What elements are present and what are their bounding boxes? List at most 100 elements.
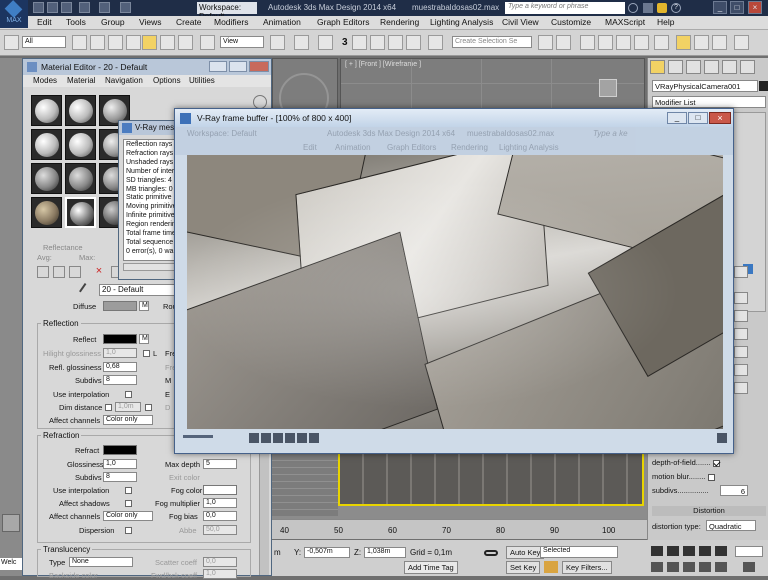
material-slot[interactable] — [65, 129, 96, 160]
menu-customize[interactable]: Customize — [551, 17, 591, 27]
dim-distance-input[interactable]: 1,0m — [115, 402, 141, 412]
material-slot[interactable] — [31, 163, 62, 194]
distortion-type-dropdown[interactable]: Quadratic — [706, 520, 756, 531]
named-selection-set-input[interactable]: Create Selection Se — [452, 36, 532, 48]
fog-color-swatch[interactable] — [203, 485, 237, 495]
reflect-map-button[interactable]: M — [139, 334, 149, 344]
fb-button-icon[interactable] — [309, 433, 319, 443]
curve-editor-icon[interactable] — [616, 35, 631, 50]
menu-edit[interactable]: Edit — [37, 17, 52, 27]
top-viewport[interactable] — [272, 58, 338, 123]
angle-snap-icon[interactable] — [352, 35, 367, 50]
maximize-button[interactable]: □ — [730, 1, 744, 14]
select-and-rotate-icon[interactable] — [160, 35, 175, 50]
align-icon[interactable] — [556, 35, 571, 50]
go-to-end-icon[interactable] — [715, 546, 727, 556]
menu-views[interactable]: Views — [139, 17, 162, 27]
rectangle-selection-icon[interactable] — [108, 35, 123, 50]
translucency-type-dropdown[interactable]: None — [69, 557, 133, 567]
select-and-scale-icon[interactable] — [178, 35, 193, 50]
rendered-frame-window-icon[interactable] — [694, 35, 709, 50]
modify-tab-icon[interactable] — [668, 60, 683, 74]
panel-side-button[interactable] — [734, 266, 748, 278]
play-icon[interactable] — [683, 546, 695, 556]
viewcube[interactable] — [599, 79, 617, 97]
reflect-color-swatch[interactable] — [103, 334, 137, 344]
zoom-icon[interactable] — [651, 562, 663, 572]
maxscript-listener[interactable]: Welc — [0, 558, 22, 570]
project-folder-icon[interactable] — [120, 2, 131, 13]
app-logo-button[interactable]: MAX — [0, 0, 28, 28]
viewport-nav-icon[interactable] — [2, 514, 20, 532]
select-manipulate-icon[interactable] — [294, 35, 309, 50]
fwd-bck-coeff-input[interactable]: 1,0 — [203, 569, 237, 579]
search-input[interactable]: Type a keyword or phrase — [505, 2, 625, 14]
edit-named-selection-icon[interactable] — [406, 35, 421, 50]
menu-graph-editors[interactable]: Graph Editors — [317, 17, 369, 27]
modifier-list-dropdown[interactable]: Modifier List — [652, 96, 766, 108]
select-object-icon[interactable] — [72, 35, 87, 50]
menu-help[interactable]: Help — [657, 17, 674, 27]
reset-map-icon[interactable]: × — [93, 266, 105, 278]
graphite-ribbon-icon[interactable] — [598, 35, 613, 50]
mirror-tool-icon[interactable] — [538, 35, 553, 50]
sample-type-icon[interactable] — [253, 95, 267, 109]
field-of-view-icon[interactable] — [715, 562, 727, 572]
percent-snap-icon[interactable] — [370, 35, 385, 50]
new-file-icon[interactable] — [33, 2, 44, 13]
diffuse-color-swatch[interactable] — [103, 301, 137, 311]
keyboard-shortcut-override-icon[interactable] — [318, 35, 333, 50]
communication-center-icon[interactable] — [643, 3, 653, 13]
panel-side-button[interactable] — [734, 364, 748, 376]
distortion-rollout[interactable]: Distortion — [652, 506, 766, 516]
fb-button-icon[interactable] — [261, 433, 271, 443]
refl-use-interpolation-checkbox[interactable] — [125, 391, 132, 398]
menu-maxscript[interactable]: MAXScript — [605, 17, 645, 27]
panel-side-button[interactable] — [734, 292, 748, 304]
open-file-icon[interactable] — [47, 2, 58, 13]
selection-filter-dropdown[interactable]: All — [22, 36, 66, 48]
set-key-button[interactable]: Set Key — [506, 561, 541, 574]
material-editor-scrollbar[interactable] — [259, 445, 269, 575]
minimize-button[interactable]: _ — [713, 1, 727, 14]
layer-manager-icon[interactable] — [580, 35, 595, 50]
go-to-start-icon[interactable] — [651, 546, 663, 556]
zoom-all-icon[interactable] — [667, 562, 679, 572]
hilight-glossiness-input[interactable]: 1,0 — [103, 348, 137, 358]
diffuse-map-button[interactable]: M — [139, 301, 149, 311]
reference-coordinate-dropdown[interactable]: View — [220, 36, 264, 48]
snap-toggle-label[interactable]: 3 — [342, 37, 348, 48]
material-slot[interactable] — [31, 95, 62, 126]
dispersion-checkbox[interactable] — [125, 527, 132, 534]
material-editor-close[interactable] — [249, 61, 269, 72]
select-and-link-icon[interactable] — [200, 35, 215, 50]
refl-subdivs-input[interactable]: 8 — [103, 375, 137, 385]
material-editor-maximize[interactable] — [229, 61, 247, 72]
frame-buffer-minimize[interactable]: _ — [667, 112, 687, 124]
dim-falloff-checkbox[interactable] — [145, 404, 152, 411]
panel-side-button[interactable] — [734, 346, 748, 358]
menu-navigation[interactable]: Navigation — [105, 76, 143, 85]
panel-side-button[interactable] — [734, 382, 748, 394]
refl-affect-channels-dropdown[interactable]: Color only — [103, 415, 153, 425]
time-slider[interactable]: 40 50 60 70 80 90 100 — [272, 519, 647, 539]
refr-subdivs-input[interactable]: 8 — [103, 472, 137, 482]
max-depth-input[interactable]: 5 — [203, 459, 237, 469]
pivot-center-icon[interactable] — [270, 35, 285, 50]
material-slot-active[interactable] — [65, 197, 96, 228]
subdivs-input[interactable]: 6 — [720, 485, 748, 496]
set-key-icon[interactable] — [544, 561, 558, 573]
dim-distance-checkbox[interactable] — [105, 404, 112, 411]
menu-animation[interactable]: Animation — [263, 17, 301, 27]
window-crossing-icon[interactable] — [126, 35, 141, 50]
frame-buffer-maximize[interactable]: □ — [688, 112, 708, 124]
render-iterative-icon[interactable] — [734, 35, 749, 50]
orbit-icon[interactable] — [699, 562, 711, 572]
menu-material[interactable]: Material — [67, 76, 95, 85]
next-frame-icon[interactable] — [699, 546, 711, 556]
utilities-tab-icon[interactable] — [740, 60, 755, 74]
material-slot[interactable] — [65, 163, 96, 194]
menu-group[interactable]: Group — [101, 17, 125, 27]
object-name-input[interactable]: VRayPhysicalCamera001 — [652, 80, 758, 92]
dof-checkbox[interactable] — [713, 459, 721, 467]
